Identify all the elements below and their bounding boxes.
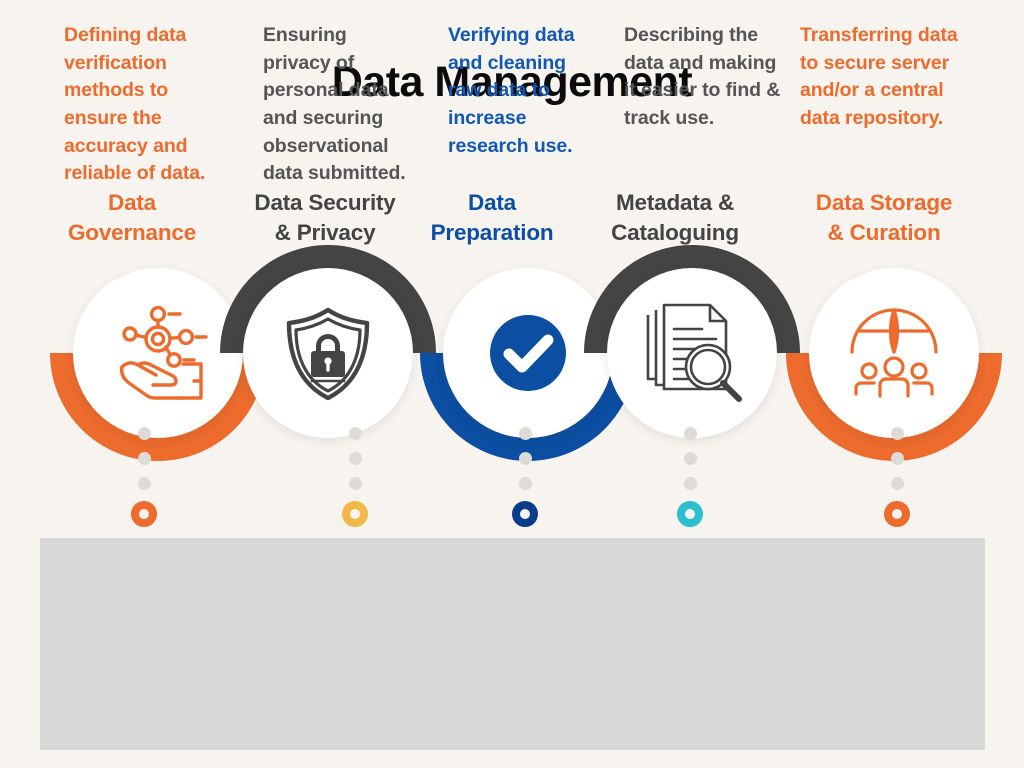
- step-description-2: Ensuring privacy of personal data and se…: [263, 24, 406, 185]
- step-description-1: Defining data verification methods to en…: [64, 24, 206, 185]
- connector-dots-1: [137, 427, 151, 490]
- step-node-2[interactable]: [220, 245, 436, 461]
- connector-dot: [518, 477, 532, 490]
- icon-disc[interactable]: [73, 268, 243, 438]
- step-heading-line: Data: [468, 190, 516, 215]
- step-heading-1: Data Governance: [27, 188, 237, 249]
- connector-dot: [137, 427, 151, 440]
- connector-dot: [518, 427, 532, 440]
- step-marker-ring-1[interactable]: [131, 501, 157, 527]
- connector-dot: [890, 427, 904, 440]
- step-description-4: Describing the data and making it easier…: [624, 24, 781, 130]
- connector-dot: [137, 477, 151, 490]
- step-heading-3: Data Preparation: [387, 188, 597, 249]
- connector-dot: [683, 477, 697, 490]
- network-hand-icon: [106, 301, 210, 405]
- connector-dots-4: [683, 427, 697, 490]
- connector-dot: [890, 452, 904, 465]
- connector-dot: [137, 452, 151, 465]
- description-panel: [40, 538, 985, 750]
- connector-dot: [348, 452, 362, 465]
- step-heading-line: Metadata &: [615, 190, 735, 215]
- shield-lock-icon: [276, 301, 380, 405]
- connector-dot: [348, 477, 362, 490]
- document-search-icon: [638, 299, 746, 407]
- icon-disc[interactable]: [607, 268, 777, 438]
- infographic-canvas: Data Management Data Governance Data Secu…: [0, 0, 1024, 768]
- connector-dot: [890, 477, 904, 490]
- step-heading-4: Metadata & Cataloguing: [570, 188, 780, 249]
- step-description-5: Transferring data to secure server and/o…: [800, 24, 958, 130]
- icon-disc[interactable]: [809, 268, 979, 438]
- step-description-3: Verifying data and cleaning raw data to …: [448, 24, 575, 157]
- step-heading-line: Data Storage: [815, 190, 953, 215]
- step-heading-5: Data Storage & Curation: [779, 188, 989, 249]
- connector-dot: [683, 452, 697, 465]
- connector-dots-3: [518, 427, 532, 490]
- connector-dot: [518, 452, 532, 465]
- step-heading-line: Data: [108, 190, 156, 215]
- step-marker-ring-4[interactable]: [677, 501, 703, 527]
- connector-dot: [683, 427, 697, 440]
- step-marker-ring-3[interactable]: [512, 501, 538, 527]
- step-marker-ring-5[interactable]: [884, 501, 910, 527]
- icon-disc[interactable]: [243, 268, 413, 438]
- connector-dots-2: [348, 427, 362, 490]
- step-marker-ring-2[interactable]: [342, 501, 368, 527]
- check-circle-icon: [476, 301, 580, 405]
- connector-dot: [348, 427, 362, 440]
- connector-dots-5: [890, 427, 904, 490]
- globe-people-icon: [842, 301, 946, 405]
